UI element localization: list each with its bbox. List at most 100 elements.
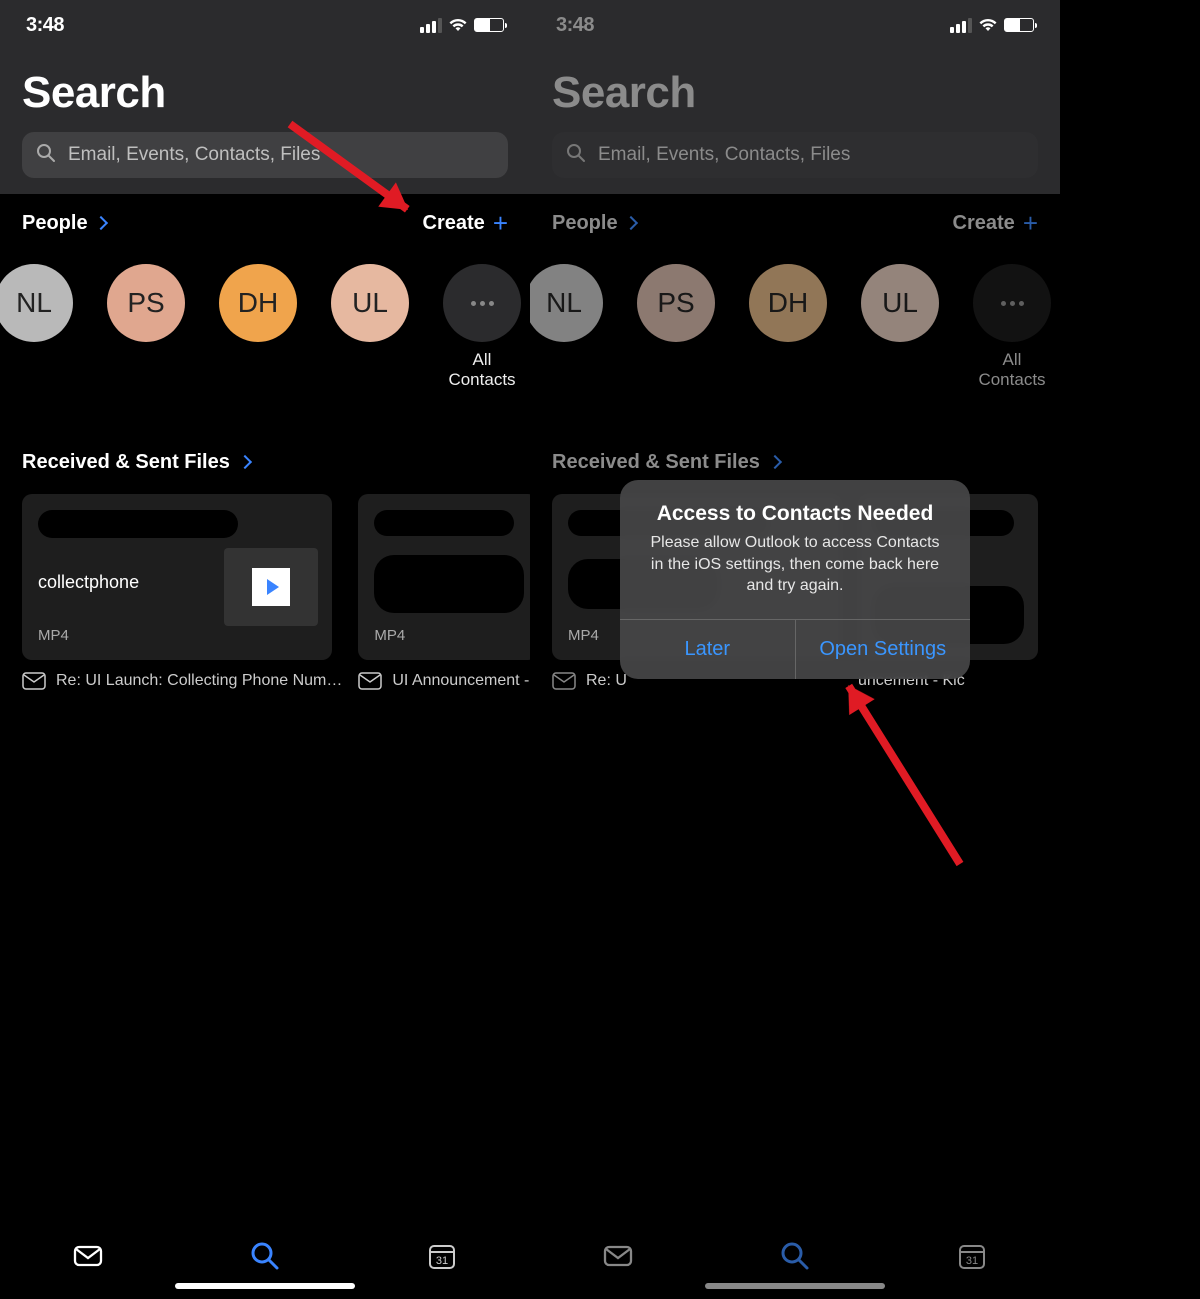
alert-buttons: Later Open Settings	[620, 619, 970, 679]
chevron-right-icon	[94, 216, 108, 230]
create-label: Create	[423, 212, 485, 235]
play-icon	[252, 568, 290, 606]
create-contact-button[interactable]: Create +	[953, 210, 1038, 236]
file-ext: MP4	[38, 627, 316, 644]
people-row: NL PS DH UL All Contacts	[0, 236, 530, 391]
status-bar: 3:48	[552, 0, 1038, 50]
contact-avatar[interactable]: PS	[106, 264, 186, 391]
all-contacts-button[interactable]: All Contacts	[972, 264, 1052, 391]
tab-calendar[interactable]: 31	[424, 1238, 460, 1274]
status-time: 3:48	[556, 14, 594, 37]
contact-avatar[interactable]: NL	[0, 264, 74, 391]
avatar-initials: NL	[0, 264, 73, 342]
contact-avatar[interactable]: DH	[748, 264, 828, 391]
home-indicator[interactable]	[705, 1283, 885, 1289]
chevron-right-icon	[238, 455, 252, 469]
avatar-initials: UL	[861, 264, 939, 342]
search-icon	[36, 143, 56, 168]
avatar-initials: PS	[107, 264, 185, 342]
file-card[interactable]: collectphone MP4	[22, 494, 332, 660]
wifi-icon	[448, 18, 468, 32]
file-source-row[interactable]: Re: UI Launch: Collecting Phone Num…	[22, 672, 342, 690]
contact-avatar[interactable]: NL	[530, 264, 604, 391]
contact-avatar[interactable]: PS	[636, 264, 716, 391]
page-title: Search	[552, 68, 1038, 118]
chevron-right-icon	[768, 455, 782, 469]
alert-open-settings-button[interactable]: Open Settings	[796, 620, 971, 679]
people-link[interactable]: People	[552, 212, 636, 235]
avatar-initials: PS	[637, 264, 715, 342]
tab-bar: 31	[0, 1199, 530, 1299]
screenshot-right: 3:48 Search Email, Events, Contacts, Fil…	[530, 0, 1060, 1299]
tab-bar: 31	[530, 1199, 1060, 1299]
alert-body: Please allow Outlook to access Contacts …	[620, 532, 970, 619]
contact-avatar[interactable]: UL	[330, 264, 410, 391]
status-icons	[950, 18, 1034, 33]
home-indicator[interactable]	[175, 1283, 355, 1289]
create-contact-button[interactable]: Create +	[423, 210, 508, 236]
screenshot-left: 3:48 Search Email, Events, Contacts, Fil…	[0, 0, 530, 1299]
all-contacts-label: All Contacts	[978, 350, 1045, 391]
tab-mail[interactable]	[70, 1238, 106, 1274]
battery-icon	[1004, 18, 1034, 32]
people-label: People	[22, 212, 88, 235]
plus-icon: +	[1023, 210, 1038, 236]
contact-avatar[interactable]: UL	[860, 264, 940, 391]
cellular-icon	[950, 18, 972, 33]
tab-search[interactable]	[247, 1238, 283, 1274]
svg-text:31: 31	[436, 1255, 448, 1267]
contact-avatar[interactable]: DH	[218, 264, 298, 391]
file-source-text: Re: UI Launch: Collecting Phone Num…	[56, 672, 342, 690]
files-row: collectphone MP4 Re: UI Launch: Collecti…	[22, 494, 530, 690]
files-link[interactable]: Received & Sent Files	[22, 451, 530, 474]
tab-calendar[interactable]: 31	[954, 1238, 990, 1274]
cellular-icon	[420, 18, 442, 33]
wifi-icon	[978, 18, 998, 32]
file-card[interactable]: MP4	[358, 494, 530, 660]
search-icon	[566, 143, 586, 168]
file-source-text: UI Announcement - Kic	[392, 672, 530, 690]
people-label: People	[552, 212, 618, 235]
status-icons	[420, 18, 504, 33]
status-bar: 3:48	[22, 0, 508, 50]
battery-icon	[474, 18, 504, 32]
search-placeholder: Email, Events, Contacts, Files	[598, 144, 850, 166]
tab-mail[interactable]	[600, 1238, 636, 1274]
plus-icon: +	[493, 210, 508, 236]
all-contacts-button[interactable]: All Contacts	[442, 264, 522, 391]
avatar-initials: DH	[219, 264, 297, 342]
search-placeholder: Email, Events, Contacts, Files	[68, 144, 320, 166]
file-source-row[interactable]: UI Announcement - Kic	[358, 672, 530, 690]
people-row: NL PS DH UL All Contacts	[530, 236, 1060, 391]
file-thumbnail	[224, 548, 318, 626]
more-icon	[973, 264, 1051, 342]
more-icon	[443, 264, 521, 342]
all-contacts-label: All Contacts	[448, 350, 515, 391]
files-link[interactable]: Received & Sent Files	[552, 451, 1060, 474]
page-title: Search	[22, 68, 508, 118]
mail-icon	[358, 672, 382, 690]
search-input[interactable]: Email, Events, Contacts, Files	[22, 132, 508, 178]
header: 3:48 Search Email, Events, Contacts, Fil…	[0, 0, 530, 194]
alert-title: Access to Contacts Needed	[620, 480, 970, 532]
file-ext: MP4	[374, 627, 522, 644]
file-source-text: Re: U	[586, 672, 627, 690]
files-label: Received & Sent Files	[22, 451, 230, 474]
avatar-initials: DH	[749, 264, 827, 342]
files-label: Received & Sent Files	[552, 451, 760, 474]
tab-search[interactable]	[777, 1238, 813, 1274]
chevron-right-icon	[624, 216, 638, 230]
mail-icon	[22, 672, 46, 690]
people-section-row: People Create +	[0, 194, 530, 236]
avatar-initials: NL	[530, 264, 603, 342]
alert-later-button[interactable]: Later	[620, 620, 796, 679]
avatar-initials: UL	[331, 264, 409, 342]
svg-text:31: 31	[966, 1255, 978, 1267]
people-link[interactable]: People	[22, 212, 106, 235]
people-section-row: People Create +	[530, 194, 1060, 236]
search-input[interactable]: Email, Events, Contacts, Files	[552, 132, 1038, 178]
create-label: Create	[953, 212, 1015, 235]
alert-dialog: Access to Contacts Needed Please allow O…	[620, 480, 970, 679]
status-time: 3:48	[26, 14, 64, 37]
header: 3:48 Search Email, Events, Contacts, Fil…	[530, 0, 1060, 194]
